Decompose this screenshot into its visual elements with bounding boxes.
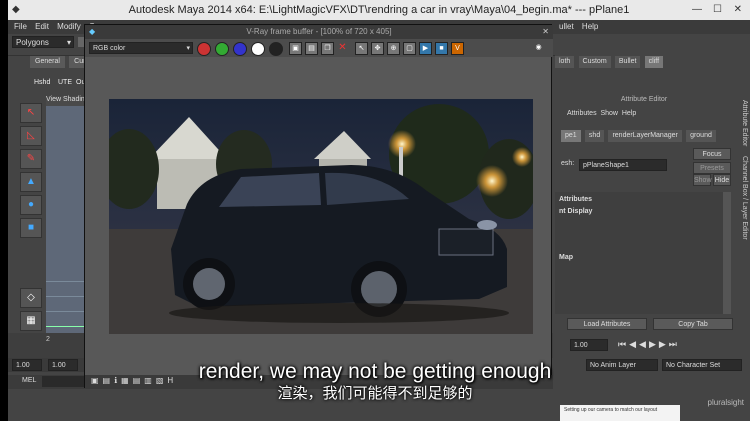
save-icon[interactable]: ▣: [289, 42, 302, 55]
shelf-tab-custom[interactable]: Custom: [578, 56, 611, 68]
vfb-title: V-Ray frame buffer - [100% of 720 x 405]: [246, 27, 392, 36]
shelf-tab-cloth[interactable]: loth: [555, 56, 575, 68]
time-tick-2: 2: [46, 336, 50, 343]
green-channel-icon[interactable]: [215, 42, 229, 56]
vfb-title-bar: ◆ V-Ray frame buffer - [100% of 720 x 40…: [85, 25, 553, 39]
shelf-button-hshd[interactable]: Hshd: [34, 79, 50, 86]
playback-buttons-icon[interactable]: ⏮◀◀▶▶⏭: [618, 339, 680, 350]
viewport-menu-view[interactable]: View: [46, 96, 61, 103]
minimize-icon[interactable]: —: [692, 0, 702, 20]
copy-tab-button[interactable]: Copy Tab: [653, 318, 733, 330]
mesh-label: esh:: [561, 160, 575, 167]
vray-settings-icon[interactable]: V: [451, 42, 464, 55]
layout-single-icon[interactable]: ◇: [20, 288, 42, 308]
section-display[interactable]: nt Display: [559, 208, 592, 215]
menu-edit[interactable]: Edit: [35, 22, 49, 31]
vertical-tab-channel-box[interactable]: Channel Box / Layer Editor: [741, 156, 748, 240]
vfb-close-icon[interactable]: ✕: [542, 25, 549, 39]
attr-editor-title: Attribute Editor: [620, 96, 668, 103]
mode-select-value: Polygons: [16, 38, 49, 47]
playback-controls: 1.00 ⏮◀◀▶▶⏭: [558, 338, 750, 352]
alpha-channel-icon[interactable]: [251, 42, 265, 56]
shelf-button-ute[interactable]: UTE: [58, 79, 72, 86]
attr-sections: Attributes nt Display Map: [555, 192, 723, 314]
vfb-logo-icon: ◆: [89, 27, 96, 36]
node-tab-shd[interactable]: shd: [584, 130, 605, 142]
attr-menu-show[interactable]: Show: [600, 110, 618, 117]
show-button[interactable]: Show: [693, 174, 712, 186]
maya-logo-icon: ◆: [12, 4, 20, 15]
menu-modify[interactable]: Modify: [57, 22, 81, 31]
menu-file[interactable]: File: [14, 22, 27, 31]
chevron-down-icon: ▾: [66, 38, 71, 47]
node-tab-render-layer-manager[interactable]: renderLayerManager: [608, 130, 682, 142]
region-icon[interactable]: ✥: [371, 42, 384, 55]
link-icon[interactable]: ⊕: [387, 42, 400, 55]
attr-scrollbar[interactable]: [723, 192, 731, 314]
vray-frame-buffer: ◆ V-Ray frame buffer - [100% of 720 x 40…: [84, 24, 553, 389]
section-map[interactable]: Map: [559, 254, 573, 261]
document-snippet: Setting up our camera to match our layou…: [560, 405, 680, 421]
subtitle-english: render, we may not be getting enough: [198, 360, 552, 383]
node-tab-ground[interactable]: ground: [686, 130, 716, 142]
menu-bullet[interactable]: ullet: [559, 22, 574, 31]
stop-render-icon[interactable]: ■: [435, 42, 448, 55]
close-icon[interactable]: ✕: [734, 0, 742, 20]
title-bar: Autodesk Maya 2014 x64: E:\LightMagicVFX…: [8, 0, 750, 20]
node-tab-pplane[interactable]: pe1: [561, 130, 581, 142]
mode-select[interactable]: Polygons ▾: [12, 36, 74, 48]
vfb-toolbar: RGB color ▾ ▣ ▤ ❐ ✕ ↖ ✥ ⊕ ▢ ▶ ■ V ◉: [85, 39, 553, 57]
channel-select[interactable]: RGB color ▾: [89, 42, 193, 54]
lasso-tool-icon[interactable]: ◺: [20, 126, 42, 146]
render-image: [109, 99, 533, 334]
node-tabs: pe1 shd renderLayerManager ground: [561, 130, 737, 142]
attr-menu: Attributes Show Help: [567, 110, 727, 122]
attr-menu-attributes[interactable]: Attributes: [567, 110, 597, 117]
current-time-field[interactable]: 1.00: [570, 339, 608, 351]
eye-icon[interactable]: ◉: [533, 42, 544, 53]
scale-tool-icon[interactable]: ■: [20, 218, 42, 238]
paint-select-tool-icon[interactable]: ✎: [20, 149, 42, 169]
attr-menu-help[interactable]: Help: [622, 110, 636, 117]
presets-button[interactable]: Presets: [693, 162, 731, 174]
watermark: pluralsight: [707, 398, 744, 407]
section-attributes[interactable]: Attributes: [559, 196, 592, 203]
right-shelf-tabs: loth Custom Bullet cliff: [555, 56, 750, 70]
vertical-tab-attribute-editor[interactable]: Attribute Editor: [741, 100, 748, 146]
mesh-field[interactable]: pPlaneShape1: [579, 159, 667, 171]
load-attributes-button[interactable]: Load Attributes: [567, 318, 647, 330]
attr-editor-header: Attribute Editor: [555, 96, 733, 108]
shelf-tab-bullet[interactable]: Bullet: [614, 56, 641, 68]
move-tool-icon[interactable]: ▲: [20, 172, 42, 192]
save-all-icon[interactable]: ▤: [305, 42, 318, 55]
window-title: Autodesk Maya 2014 x64: E:\LightMagicVFX…: [128, 4, 630, 16]
region-render-icon[interactable]: ▢: [403, 42, 416, 55]
chevron-down-icon: ▾: [186, 45, 190, 52]
render-icon[interactable]: ▶: [419, 42, 432, 55]
channel-select-value: RGB color: [93, 45, 126, 52]
red-channel-icon[interactable]: [197, 42, 211, 56]
document-line: Setting up our camera to match our layou…: [564, 407, 658, 413]
toolbox: ↖ ◺ ✎ ▲ ● ■ ◇ ▦ ▩: [18, 100, 44, 354]
shelf-tab-cliff[interactable]: cliff: [644, 56, 664, 68]
track-mouse-icon[interactable]: ↖: [355, 42, 368, 55]
blue-channel-icon[interactable]: [233, 42, 247, 56]
maximize-icon[interactable]: ☐: [713, 0, 722, 20]
focus-button[interactable]: Focus: [693, 148, 731, 160]
clear-icon[interactable]: ✕: [337, 42, 348, 53]
shelf-tab-general[interactable]: General: [30, 56, 65, 68]
rotate-tool-icon[interactable]: ●: [20, 195, 42, 215]
menu-help[interactable]: Help: [582, 22, 598, 31]
car-render-illustration: [109, 99, 533, 334]
mono-channel-icon[interactable]: [269, 42, 283, 56]
hide-button[interactable]: Hide: [713, 174, 731, 186]
subtitle-chinese: 渲染，我们可能得不到足够的: [277, 385, 473, 402]
layout-four-icon[interactable]: ▦: [20, 311, 42, 331]
select-tool-icon[interactable]: ↖: [20, 103, 42, 123]
duplicate-icon[interactable]: ❐: [321, 42, 334, 55]
